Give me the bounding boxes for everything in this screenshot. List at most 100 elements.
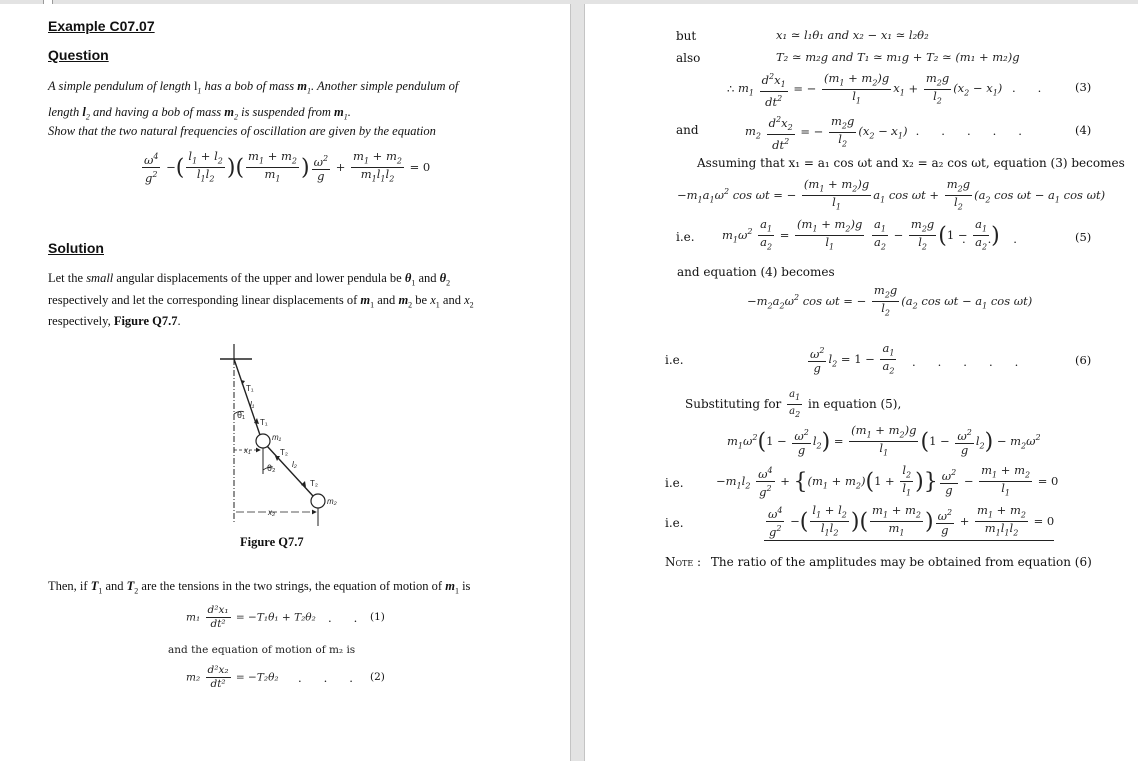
- figure-reference: Figure Q7.7: [113, 314, 178, 328]
- text: has a bob of mass: [201, 79, 298, 93]
- label-m1: m₁: [272, 433, 282, 442]
- assuming-text: Assuming that x₁ = a₁ cos ωt and x₂ = a₂…: [697, 156, 1125, 170]
- eq2-lhs: m₂: [186, 671, 201, 684]
- label-m2: m₂: [327, 497, 337, 506]
- eq2-rhs: = −T₂θ₂: [235, 671, 279, 684]
- var-m1: m: [445, 579, 455, 593]
- eq1-rhs: = −T₁θ₁ + T₂θ₂: [235, 611, 316, 624]
- text: and: [439, 292, 465, 307]
- label-T1-top: T₁: [246, 384, 254, 393]
- figure-caption: Figure Q7.7: [240, 535, 304, 549]
- eq2-leader-dots: ...: [298, 671, 375, 685]
- also-label: also: [676, 51, 701, 65]
- text: small: [86, 271, 114, 285]
- text: respectively,: [48, 314, 114, 328]
- final-frequency-equation: ω4 g2 −(l1 + l2 l1l2)(m1 + m2 m1) ω2 g + m1 +…: [764, 503, 1055, 541]
- text: is: [458, 579, 471, 593]
- but-label: but: [676, 29, 697, 43]
- equation-6: ω2 g l2 = 1 − a1 a2: [808, 341, 897, 376]
- eq4-becomes-text: and equation (4) becomes: [677, 265, 835, 279]
- equation-4: m2 d2x2 dt2 = − m2g l2 (x2 − x1): [745, 113, 908, 152]
- also-equation: T₂ ≃ m₂g and T₁ ≃ m₁g + T₂ ≃ (m₁ + m₂)g: [776, 50, 1020, 64]
- text: are the tensions in the two strings, the…: [138, 579, 446, 593]
- but-equation: x₁ ≃ l₁θ₁ and x₂ − x₁ ≃ l₂θ₂: [776, 28, 929, 42]
- eq1-number: (1): [370, 611, 385, 623]
- eq2-denominator: dt²: [205, 677, 231, 691]
- label-theta1: θ₁: [237, 410, 245, 420]
- equation-2: m₂ d²x₂ dt² = −T₂θ₂: [186, 664, 279, 691]
- var-m1: m: [334, 104, 344, 119]
- label-T2-top: T₂: [280, 448, 288, 457]
- eq6-number: (6): [1075, 353, 1092, 367]
- text: is suspended from: [237, 104, 335, 119]
- text: .: [177, 314, 181, 328]
- eq2-number: (2): [370, 671, 385, 683]
- ie-label-eq5: i.e.: [676, 230, 695, 244]
- page-gutter: [570, 4, 585, 761]
- tension-sentence: Then, if T1 and T2 are the tensions in t…: [48, 579, 471, 596]
- equation-3: ∴ m1 d2x1 dt2 = − (m1 + m2)g l1 x1 + m2g l2(…: [727, 70, 1003, 109]
- question-heading: Question: [48, 47, 109, 63]
- eq5-leader-dots: ...: [962, 232, 1039, 246]
- text: length: [48, 104, 83, 119]
- var-m1: m: [360, 292, 371, 307]
- substituting-text: Substituting for a1 a2 in equation (5),: [685, 389, 902, 419]
- text: and: [374, 292, 399, 307]
- eq4-number: (4): [1075, 123, 1092, 137]
- text: and having a bob of mass: [89, 104, 225, 119]
- equation-1: m₁ d²x₁ dt² = −T₁θ₁ + T₂θ₂: [186, 604, 316, 631]
- text: Substituting for: [685, 397, 782, 411]
- text: . Another simple pendulum of: [311, 79, 459, 93]
- text: be: [412, 292, 431, 307]
- var-m1: m: [297, 79, 307, 93]
- note-text: The ratio of the amplitudes may be obtai…: [710, 555, 1092, 569]
- text: and: [415, 271, 440, 285]
- eq2-numerator: d²x₂: [207, 664, 229, 676]
- therefore-symbol: ∴: [727, 81, 735, 96]
- text: .: [347, 104, 351, 119]
- text: Let the: [48, 271, 87, 285]
- substituted-equation: m1ω2(1 − ω2 g l2) = (m1 + m2)g l1 (1 − ω2 g l2…: [727, 423, 1041, 458]
- example-title: Example C07.07: [48, 18, 155, 34]
- equation-3-expanded: −m1a1ω2 cos ωt = − (m1 + m2)g l1 a1 cos ωt…: [677, 177, 1106, 212]
- and-label: and: [676, 123, 699, 137]
- quadratic-equation: −m1l2 ω4 g2 + {(m1 + m2)(1 + l2 l1)} ω2 g − …: [716, 463, 1059, 500]
- label-x2: x₂: [267, 508, 275, 517]
- question-text: A simple pendulum of length l1 has a bob…: [48, 79, 459, 121]
- text: A simple pendulum of length: [48, 79, 194, 93]
- bob-m2: [310, 493, 326, 509]
- double-pendulum-figure: T₁ l₁ θ₁ T₁ m₁ x₁ T₂ θ₂ l₂ T₂ m₂ x₂: [220, 344, 337, 526]
- var-m2: m: [224, 104, 234, 119]
- eq3-leader-dots: ..: [1012, 81, 1064, 95]
- frequency-equation: ω4 g2 −(l1 + l2 l1l2)(m1 + m2 m1) ω2 g + m1 +…: [142, 149, 431, 186]
- show-that-text: Show that the two natural frequencies of…: [48, 124, 436, 138]
- eq4-leader-dots: ......: [890, 124, 1044, 138]
- equation-5: m1ω2 a1 a2 = (m1 + m2)g l1 a1 a2 − m2g l2 (1 …: [722, 217, 1000, 252]
- ie-label-quadratic: i.e.: [665, 476, 684, 490]
- eq1-denominator: dt²: [205, 617, 231, 631]
- text: in equation (5),: [808, 397, 902, 411]
- label-l1: l₁: [250, 400, 255, 409]
- eq2-intro: and the equation of motion of m₂ is: [168, 644, 356, 656]
- equation-4-expanded: −m2a2ω2 cos ωt = − m2g l2 (a2 cos ωt − a1 …: [747, 283, 1033, 318]
- label-T1-bob: T₁: [260, 418, 268, 427]
- label-T2-bob: T₂: [310, 479, 318, 488]
- eq1-numerator: d²x₁: [207, 604, 229, 616]
- string-1: [233, 358, 261, 436]
- text: and: [102, 579, 127, 593]
- label-theta2: θ₂: [267, 463, 276, 473]
- label-x1: x₁: [243, 446, 251, 455]
- text: Then, if: [48, 579, 91, 593]
- label-l2: l₂: [292, 460, 297, 469]
- eq1-lhs: m₁: [186, 611, 201, 624]
- solution-paragraph: Let the small angular displacements of t…: [48, 271, 474, 328]
- eq5-number: (5): [1075, 230, 1092, 244]
- text: angular displacements of the upper and l…: [113, 271, 405, 285]
- solution-heading: Solution: [48, 240, 104, 256]
- eq6-leader-dots: .....: [912, 355, 1041, 369]
- note: Note : The ratio of the amplitudes may b…: [665, 555, 1092, 569]
- text: respectively and let the corresponding l…: [48, 292, 361, 307]
- left-page: Example C07.07 Question A simple pendulu…: [0, 4, 570, 761]
- var-m2: m: [398, 292, 409, 307]
- ie-label-eq6: i.e.: [665, 353, 684, 367]
